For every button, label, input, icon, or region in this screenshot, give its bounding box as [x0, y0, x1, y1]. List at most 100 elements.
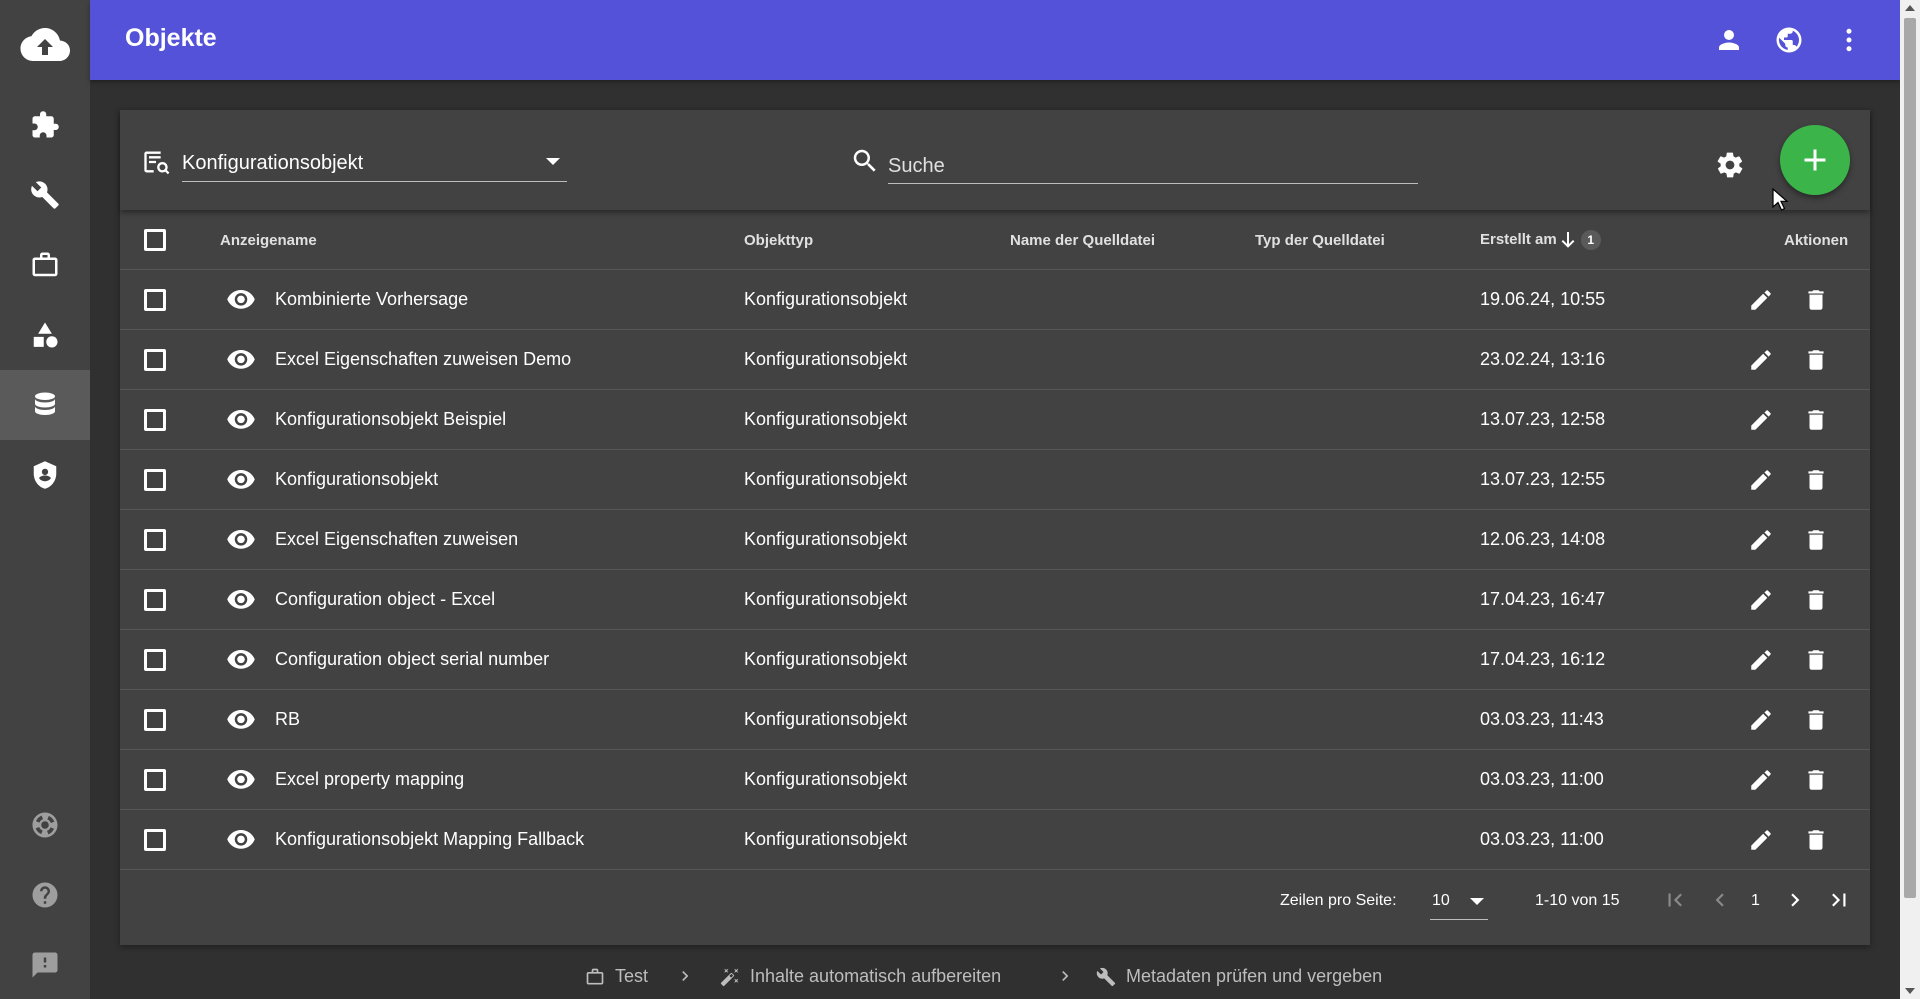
delete-icon[interactable] [1801, 585, 1831, 615]
cell-type: Konfigurationsobjekt [744, 409, 908, 429]
sidebar-item-support[interactable] [0, 790, 90, 860]
header-created[interactable]: Erstellt am 1 [1480, 230, 1601, 250]
delete-icon[interactable] [1801, 285, 1831, 315]
row-checkbox[interactable] [144, 589, 166, 611]
delete-icon[interactable] [1801, 405, 1831, 435]
edit-icon[interactable] [1746, 525, 1776, 555]
cell-created: 17.04.23, 16:47 [1480, 589, 1606, 609]
table-row[interactable]: Excel Eigenschaften zuweisen Demo Konfig… [120, 330, 1870, 390]
page-scrollbar[interactable] [1900, 0, 1920, 999]
person-icon[interactable] [1712, 23, 1746, 57]
table-row[interactable]: Konfigurationsobjekt Mapping Fallback Ko… [120, 810, 1870, 870]
object-search-icon [142, 148, 170, 176]
shield-icon [33, 461, 57, 489]
page-size-select[interactable]: 10 [1430, 882, 1488, 920]
sort-index-badge: 1 [1580, 230, 1601, 250]
cell-type: Konfigurationsobjekt [744, 829, 908, 849]
scroll-thumb[interactable] [1904, 18, 1916, 898]
eye-icon[interactable] [226, 527, 256, 553]
row-checkbox[interactable] [144, 709, 166, 731]
eye-icon[interactable] [226, 707, 256, 733]
table-row[interactable]: Konfigurationsobjekt Beispiel Konfigurat… [120, 390, 1870, 450]
workflow-step-metadata[interactable]: Metadaten prüfen und vergeben [1096, 966, 1382, 987]
row-checkbox[interactable] [144, 289, 166, 311]
header-source-name[interactable]: Name der Quelldatei [1010, 232, 1155, 249]
chevron-down-icon [1470, 898, 1484, 905]
delete-icon[interactable] [1801, 345, 1831, 375]
row-checkbox[interactable] [144, 409, 166, 431]
more-vert-icon[interactable] [1832, 23, 1866, 57]
table-row[interactable]: Excel property mapping Konfigurationsobj… [120, 750, 1870, 810]
sidebar-item-security[interactable] [0, 440, 90, 510]
workflow-bar: Test Inhalte automatisch aufbereiten Met… [90, 952, 1900, 999]
cell-type: Konfigurationsobjekt [744, 589, 908, 609]
eye-icon[interactable] [226, 467, 256, 493]
edit-icon[interactable] [1746, 705, 1776, 735]
briefcase-icon [32, 252, 58, 277]
sidebar-item-tools[interactable] [0, 160, 90, 230]
delete-icon[interactable] [1801, 765, 1831, 795]
first-page-icon[interactable] [1660, 885, 1690, 915]
sidebar-item-jobs[interactable] [0, 230, 90, 300]
table-row[interactable]: Kombinierte Vorhersage Konfigurationsobj… [120, 270, 1870, 330]
eye-icon[interactable] [226, 407, 256, 433]
edit-icon[interactable] [1746, 345, 1776, 375]
last-page-icon[interactable] [1824, 885, 1854, 915]
settings-button[interactable] [1710, 145, 1750, 185]
lifebuoy-icon [32, 812, 58, 838]
row-checkbox[interactable] [144, 349, 166, 371]
edit-icon[interactable] [1746, 825, 1776, 855]
delete-icon[interactable] [1801, 825, 1831, 855]
table-row[interactable]: Configuration object serial number Konfi… [120, 630, 1870, 690]
row-checkbox[interactable] [144, 649, 166, 671]
edit-icon[interactable] [1746, 585, 1776, 615]
sidebar-item-categories[interactable] [0, 300, 90, 370]
edit-icon[interactable] [1746, 465, 1776, 495]
row-checkbox[interactable] [144, 769, 166, 791]
prev-page-icon[interactable] [1705, 885, 1735, 915]
next-page-icon[interactable] [1780, 885, 1810, 915]
edit-icon[interactable] [1746, 765, 1776, 795]
object-type-select[interactable]: Konfigurationsobjekt [142, 142, 587, 192]
scroll-up-icon[interactable] [1905, 5, 1915, 11]
edit-icon[interactable] [1746, 285, 1776, 315]
delete-icon[interactable] [1801, 525, 1831, 555]
workflow-step-auto-process[interactable]: Inhalte automatisch aufbereiten [720, 966, 1001, 987]
edit-icon[interactable] [1746, 645, 1776, 675]
scroll-down-icon[interactable] [1905, 988, 1915, 994]
eye-icon[interactable] [226, 767, 256, 793]
row-checkbox[interactable] [144, 469, 166, 491]
cell-name: Excel Eigenschaften zuweisen [275, 529, 519, 549]
eye-icon[interactable] [226, 347, 256, 373]
globe-icon[interactable] [1772, 23, 1806, 57]
header-source-type[interactable]: Typ der Quelldatei [1255, 232, 1385, 249]
cloud-upload-icon[interactable] [0, 0, 90, 90]
table-row[interactable]: RB Konfigurationsobjekt 03.03.23, 11:43 [120, 690, 1870, 750]
eye-icon[interactable] [226, 647, 256, 673]
header-type[interactable]: Objekttyp [744, 232, 813, 249]
cell-created: 03.03.23, 11:00 [1480, 769, 1604, 789]
eye-icon[interactable] [226, 287, 256, 313]
delete-icon[interactable] [1801, 645, 1831, 675]
delete-icon[interactable] [1801, 465, 1831, 495]
select-all-checkbox[interactable] [144, 229, 166, 251]
search-input[interactable] [888, 148, 1418, 184]
eye-icon[interactable] [226, 827, 256, 853]
delete-icon[interactable] [1801, 705, 1831, 735]
add-object-button[interactable] [1780, 125, 1850, 195]
row-checkbox[interactable] [144, 829, 166, 851]
table-row[interactable]: Konfigurationsobjekt Konfigurationsobjek… [120, 450, 1870, 510]
sidebar-item-plugins[interactable] [0, 90, 90, 160]
table-row[interactable]: Excel Eigenschaften zuweisen Konfigurati… [120, 510, 1870, 570]
table-row[interactable]: Configuration object - Excel Konfigurati… [120, 570, 1870, 630]
cell-name: Konfigurationsobjekt Beispiel [275, 409, 507, 429]
app-header: Objekte [90, 0, 1900, 80]
edit-icon[interactable] [1746, 405, 1776, 435]
sidebar-item-objects[interactable] [0, 370, 90, 440]
row-checkbox[interactable] [144, 529, 166, 551]
workflow-step-test[interactable]: Test [585, 966, 648, 987]
sidebar-item-feedback[interactable] [0, 930, 90, 999]
eye-icon[interactable] [226, 587, 256, 613]
header-name[interactable]: Anzeigename [220, 232, 317, 249]
sidebar-item-help[interactable] [0, 860, 90, 930]
